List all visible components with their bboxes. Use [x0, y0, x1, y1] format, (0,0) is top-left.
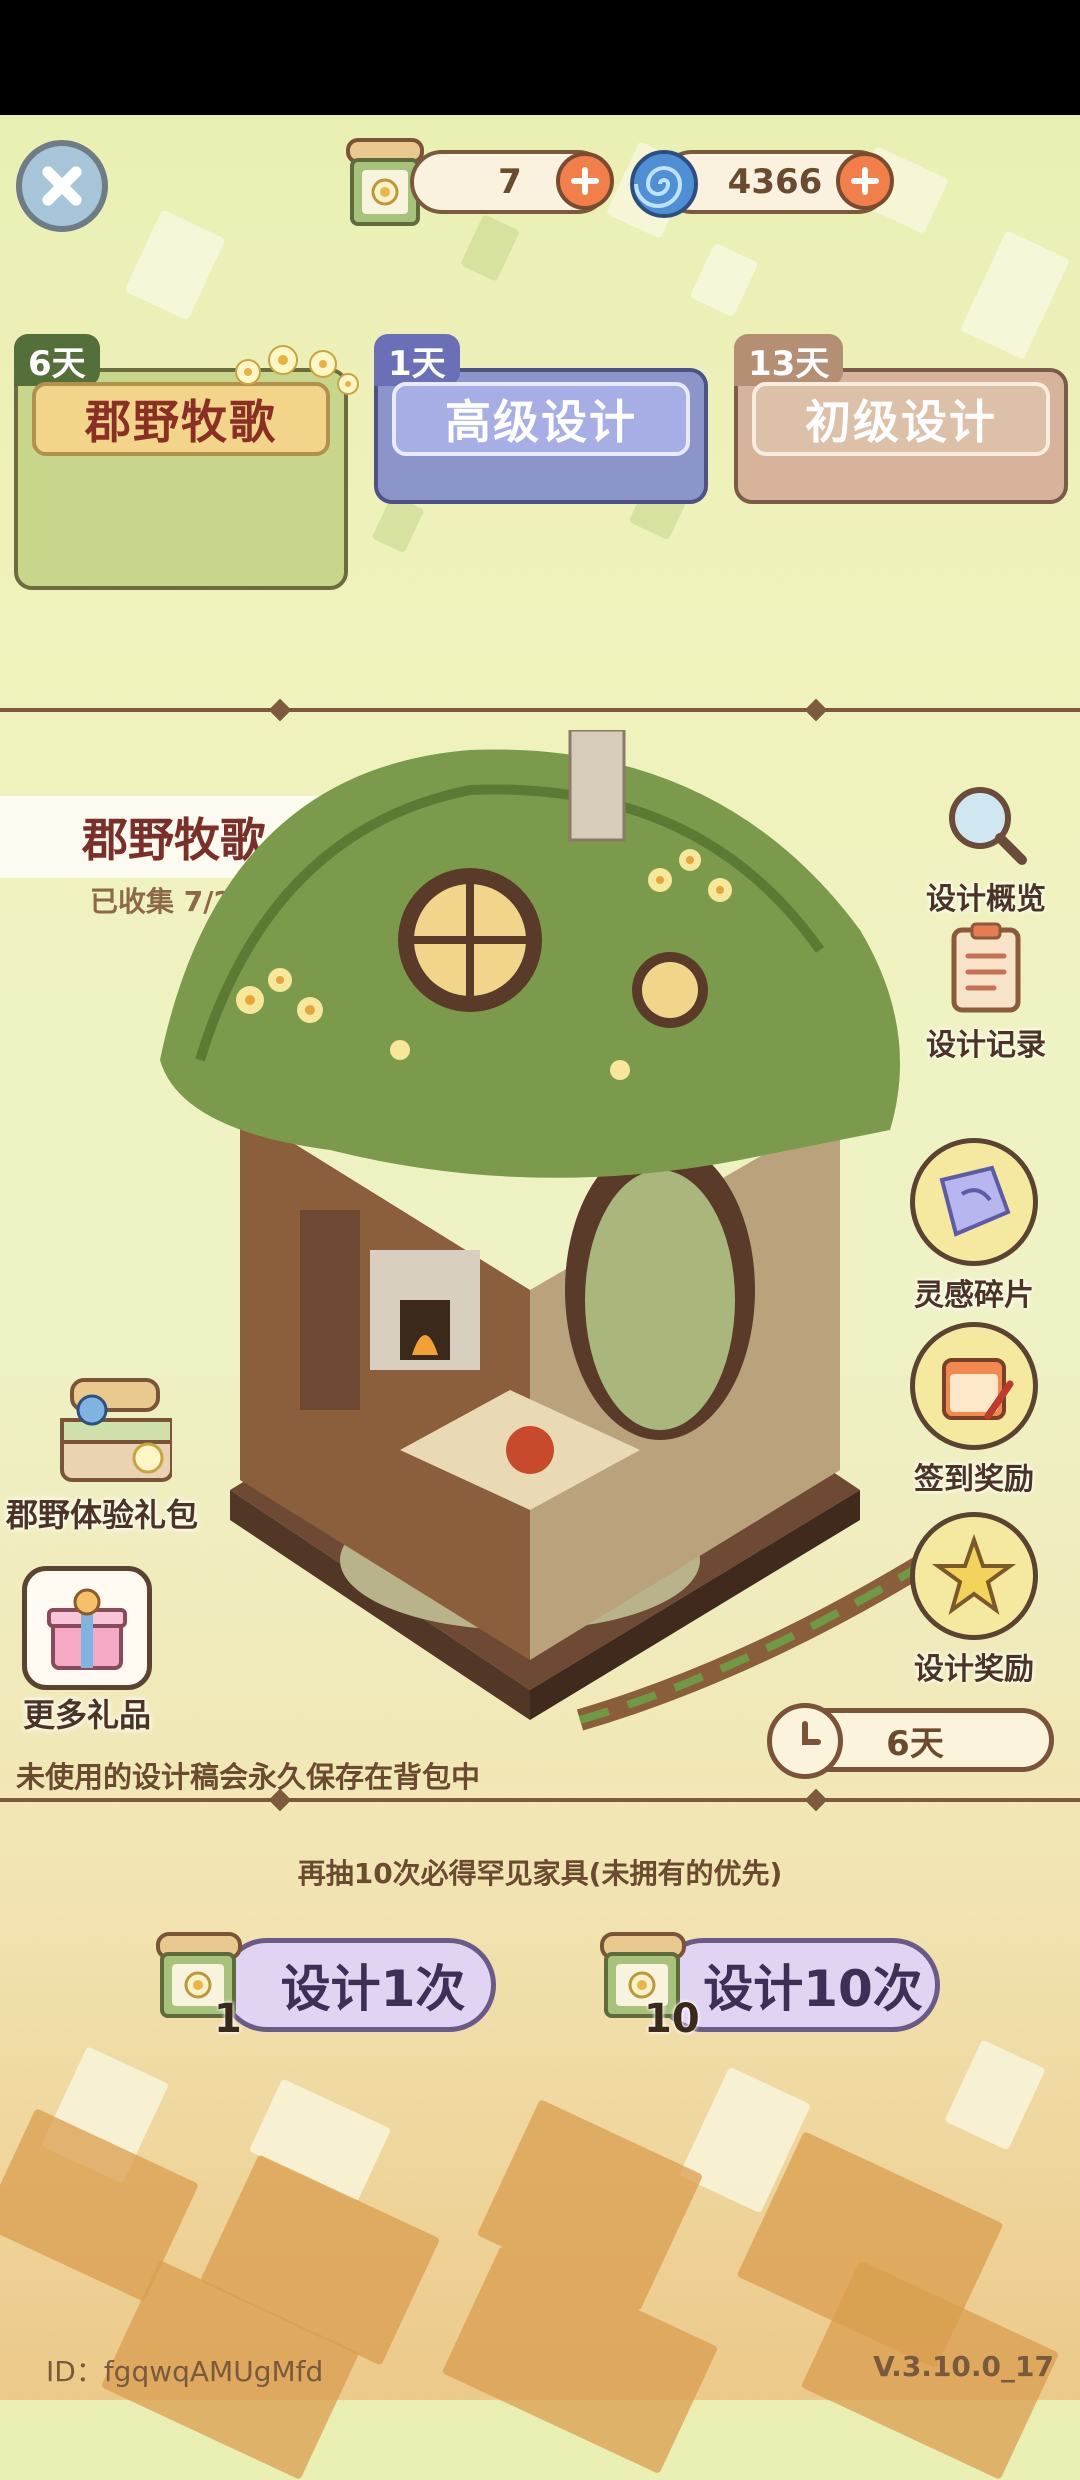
countryside-trial-pack-label: 郡野体验礼包 — [6, 1496, 199, 1534]
tab-basic-design[interactable]: 13天 初级设计 — [734, 334, 1068, 504]
swirl-icon — [630, 150, 698, 218]
tab-advanced-design[interactable]: 1天 高级设计 — [374, 334, 708, 504]
draw-once-button[interactable]: 设计1次 — [220, 1938, 496, 2032]
design-records-button[interactable]: 设计记录 — [926, 920, 1046, 1064]
player-id: ID：fgqwqAMUgMfd — [46, 2355, 324, 2388]
map-fragment-icon — [939, 1165, 1011, 1237]
clock-icon — [767, 1703, 843, 1779]
add-inspiration-button[interactable] — [836, 152, 894, 210]
draw-once-cost: 1 — [214, 1996, 242, 2042]
countryside-trial-pack-button[interactable]: 郡野体验礼包 — [6, 1370, 198, 1536]
divider-ornament — [268, 698, 292, 722]
gift-box-icon — [47, 1588, 127, 1670]
tab-days-badge: 13天 — [734, 334, 844, 386]
plus-icon — [571, 167, 599, 195]
storage-note: 未使用的设计稿会永久保存在背包中 — [16, 1760, 481, 1794]
clipboard-icon — [951, 922, 1021, 1013]
gift-pack-icon — [60, 1378, 172, 1482]
calendar-icon — [942, 1358, 1014, 1420]
inspiration-count: 4366 — [727, 162, 823, 202]
draw-once-label: 设计1次 — [280, 1960, 466, 2018]
bottom-divider — [0, 1798, 1080, 1802]
star-flower-icon — [932, 1534, 1016, 1616]
draw-ten-cost: 10 — [644, 1996, 700, 2042]
tab-days-badge: 1天 — [374, 334, 460, 386]
design-rewards-icon-wrap — [910, 1512, 1038, 1640]
divider-ornament — [804, 1788, 828, 1812]
draft-counter: 7 — [410, 150, 614, 214]
design-overview-label: 设计概览 — [926, 882, 1046, 917]
timer-value: 6天 — [886, 1723, 944, 1764]
more-gifts-icon-wrap — [22, 1566, 152, 1690]
draw-ten-label: 设计10次 — [703, 1960, 923, 2018]
system-status-bar — [0, 0, 1080, 115]
design-rewards-button[interactable]: 设计奖励 — [910, 1512, 1038, 1688]
inspiration-fragments-button[interactable]: 灵感碎片 — [910, 1138, 1038, 1314]
add-draft-button[interactable] — [556, 152, 614, 210]
event-timer: 6天 — [767, 1703, 1054, 1779]
tab-countryside[interactable]: 6天 郡野牧歌 — [14, 334, 359, 590]
inspiration-fragments-label: 灵感碎片 — [914, 1278, 1034, 1313]
plus-icon — [851, 167, 879, 195]
checkin-rewards-button[interactable]: 签到奖励 — [910, 1322, 1038, 1498]
more-gifts-label: 更多礼品 — [22, 1696, 151, 1734]
design-records-label: 设计记录 — [926, 1028, 1046, 1063]
pity-hint: 再抽10次必得罕见家具(未拥有的优先) — [297, 1857, 783, 1890]
tab-label: 初级设计 — [752, 382, 1050, 456]
checkin-rewards-icon-wrap — [910, 1322, 1038, 1450]
featured-house-illustration — [160, 730, 936, 1731]
top-divider — [0, 708, 1080, 712]
magnifier-icon — [949, 787, 1027, 865]
flower-decoration-icon — [235, 345, 359, 395]
inspiration-fragments-icon-wrap — [910, 1138, 1038, 1266]
tab-days-badge: 6天 — [14, 334, 100, 386]
more-gifts-button[interactable]: 更多礼品 — [22, 1566, 152, 1736]
close-icon — [42, 166, 82, 206]
draft-count: 7 — [498, 162, 522, 202]
close-button[interactable] — [16, 140, 108, 232]
design-overview-button[interactable]: 设计概览 — [926, 780, 1046, 918]
tab-label: 高级设计 — [392, 382, 690, 456]
design-rewards-label: 设计奖励 — [914, 1652, 1034, 1687]
checkin-rewards-label: 签到奖励 — [914, 1462, 1034, 1497]
app-version: V.3.10.0_17 — [873, 2350, 1054, 2383]
divider-ornament — [804, 698, 828, 722]
